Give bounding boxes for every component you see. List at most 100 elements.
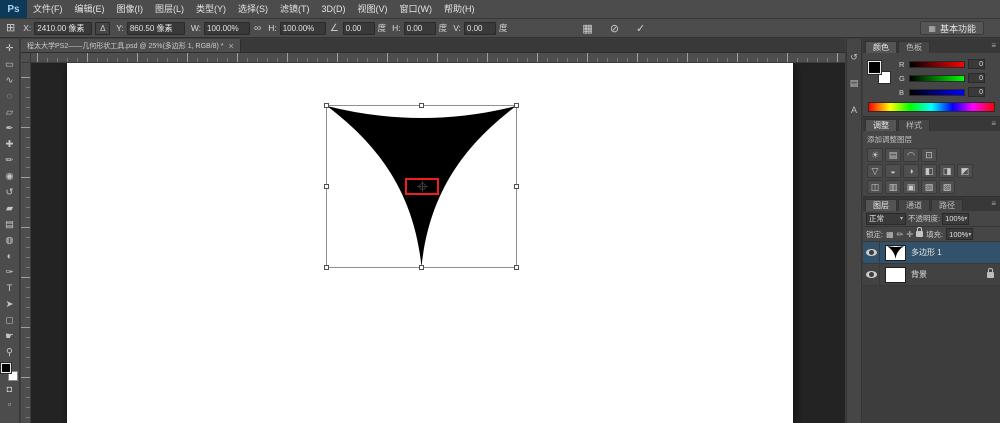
reference-point-locator-icon[interactable]: ⊞ [6,23,15,34]
link-dimensions-icon[interactable]: ∞ [254,23,261,34]
adj-posterize-icon[interactable]: ▥ [885,180,901,194]
crop-tool[interactable]: ▱ [1,104,19,120]
canvas-page[interactable] [67,63,793,423]
adj-brightness-contrast-icon[interactable]: ☀ [867,148,883,162]
adj-gradient-map-icon[interactable]: ▧ [921,180,937,194]
adj-hue-saturation-icon[interactable]: ◒ [885,164,901,178]
path-selection-tool[interactable]: ➤ [1,296,19,312]
layer-row-polygon-1[interactable]: 多边形 1 [863,242,1000,264]
horizontal-ruler[interactable] [31,53,845,63]
document-viewport[interactable] [21,53,845,423]
tab-layers[interactable]: 图层 [865,199,897,211]
lock-all-icon[interactable] [916,231,923,237]
adj-vibrance-icon[interactable]: ▽ [867,164,883,178]
adj-photo-filter-icon[interactable]: ◨ [939,164,955,178]
adj-levels-icon[interactable]: ▤ [885,148,901,162]
warp-mode-icon[interactable]: ▦ [582,22,592,35]
history-brush-tool[interactable]: ↺ [1,184,19,200]
transform-handle-top-right[interactable] [514,103,519,108]
transform-handle-bottom-left[interactable] [324,265,329,270]
character-panel-icon[interactable]: A [848,103,861,116]
blend-mode-select[interactable]: 正常 ▾ [866,213,906,225]
lock-position-icon[interactable]: ✛ [906,230,913,239]
red-slider[interactable] [909,61,965,68]
dodge-tool[interactable]: ◐ [1,248,19,264]
panel-foreground-swatch[interactable] [868,61,881,74]
adjustments-panel-menu-icon[interactable]: ≡ [991,117,1000,131]
adj-invert-icon[interactable]: ◫ [867,180,883,194]
transform-handle-middle-left[interactable] [324,184,329,189]
green-value-field[interactable]: 0 [968,73,985,83]
blue-value-field[interactable]: 0 [968,87,985,97]
adj-selective-color-icon[interactable]: ▨ [939,180,955,194]
adj-exposure-icon[interactable]: ⊡ [921,148,937,162]
transform-handle-bottom-middle[interactable] [419,265,424,270]
layer-row-background[interactable]: 背景 [863,264,1000,286]
menu-select[interactable]: 选择(S) [232,0,274,19]
rotation-angle-field[interactable]: 0.00 [343,22,375,35]
lock-transparency-icon[interactable]: ▦ [886,230,894,239]
vertical-ruler[interactable] [21,63,31,423]
eraser-tool[interactable]: ▰ [1,200,19,216]
x-position-field[interactable]: 2410.00 像素 [34,22,92,35]
document-tab[interactable]: 程太大学PS2——几何形状工具.psd @ 25%(多边形 1, RGB/8) … [21,39,241,52]
type-tool[interactable]: T [1,280,19,296]
tab-adjustments[interactable]: 调整 [865,119,897,131]
visibility-cell[interactable] [863,242,880,263]
spot-healing-brush-tool[interactable]: ✚ [1,136,19,152]
visibility-cell[interactable] [863,264,880,285]
menu-filter[interactable]: 滤镜(T) [274,0,316,19]
close-tab-icon[interactable]: × [229,41,234,51]
cancel-transform-icon[interactable]: ⊘ [610,22,619,35]
opacity-select[interactable]: 100% ▾ [942,213,969,225]
menu-edit[interactable]: 编辑(E) [69,0,111,19]
foreground-color-swatch[interactable] [1,363,11,373]
adj-threshold-icon[interactable]: ▣ [903,180,919,194]
tab-channels[interactable]: 通道 [898,199,930,211]
layers-panel-menu-icon[interactable]: ≡ [991,197,1000,211]
menu-view[interactable]: 视图(V) [352,0,394,19]
skew-v-field[interactable]: 0.00 [464,22,496,35]
blur-tool[interactable]: ◍ [1,232,19,248]
lasso-tool[interactable]: ∿ [1,72,19,88]
transform-handle-top-middle[interactable] [419,103,424,108]
transform-handle-middle-right[interactable] [514,184,519,189]
adj-channel-mixer-icon[interactable]: ◩ [957,164,973,178]
rectangular-marquee-tool[interactable]: ▭ [1,56,19,72]
tab-paths[interactable]: 路径 [931,199,963,211]
width-field[interactable]: 100.00% [204,22,250,35]
menu-window[interactable]: 窗口(W) [394,0,439,19]
quick-selection-tool[interactable]: ◌ [1,88,19,104]
menu-image[interactable]: 图像(I) [111,0,150,19]
eyedropper-tool[interactable]: ✒ [1,120,19,136]
menu-layer[interactable]: 图层(L) [149,0,190,19]
tab-swatches[interactable]: 色板 [898,41,930,53]
shape-tool[interactable]: ◻ [1,312,19,328]
green-slider[interactable] [909,75,965,82]
skew-h-field[interactable]: 0.00 [404,22,436,35]
red-value-field[interactable]: 0 [968,59,985,69]
tab-color[interactable]: 颜色 [865,41,897,53]
quick-mask-button[interactable]: ◘ [1,381,19,396]
pen-tool[interactable]: ✑ [1,264,19,280]
adj-curves-icon[interactable]: ◠ [903,148,919,162]
menu-file[interactable]: 文件(F) [27,0,69,19]
hand-tool[interactable]: ☛ [1,328,19,344]
brush-tool[interactable]: ✏ [1,152,19,168]
color-spectrum-ramp[interactable] [868,102,995,112]
menu-type[interactable]: 类型(Y) [190,0,232,19]
adj-black-white-icon[interactable]: ◧ [921,164,937,178]
move-tool[interactable]: ✛ [1,40,19,56]
reference-point-crosshair[interactable] [417,181,428,192]
transform-handle-top-left[interactable] [324,103,329,108]
tab-styles[interactable]: 样式 [898,119,930,131]
relative-positioning-button[interactable]: Δ [95,22,110,35]
lock-pixels-icon[interactable]: ✏ [897,230,904,239]
adj-color-balance-icon[interactable]: ◑ [903,164,919,178]
y-position-field[interactable]: 860.50 像素 [127,22,185,35]
workspace-switcher-button[interactable]: ▦ 基本功能 [920,21,984,35]
zoom-tool[interactable]: ⚲ [1,344,19,360]
layer-thumbnail[interactable] [885,245,906,261]
properties-panel-icon[interactable]: ▤ [848,77,861,90]
menu-help[interactable]: 帮助(H) [438,0,481,19]
